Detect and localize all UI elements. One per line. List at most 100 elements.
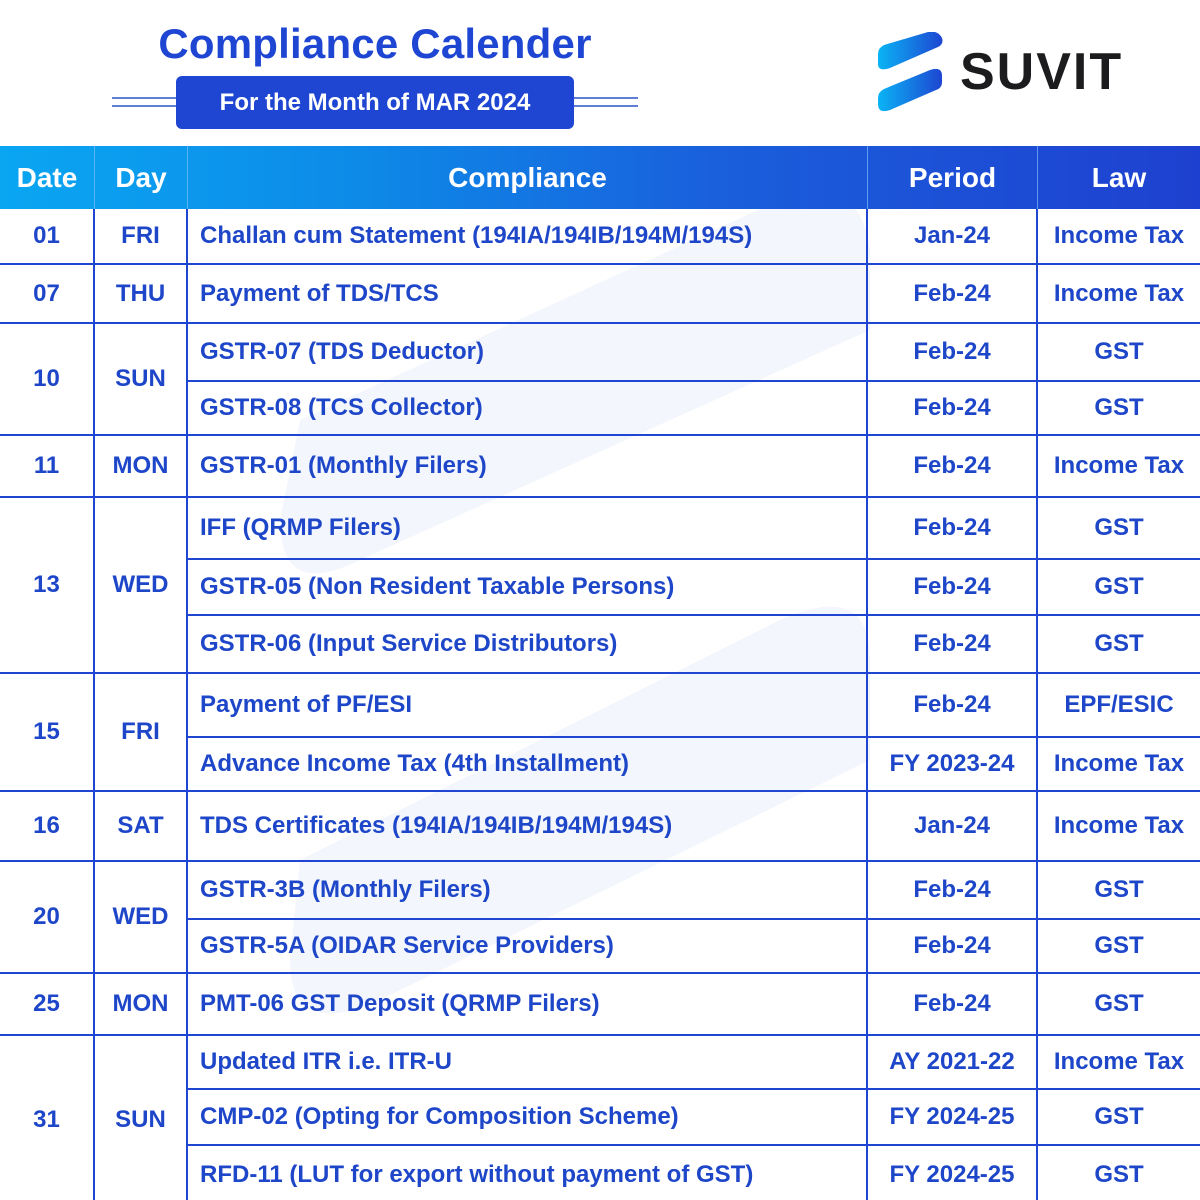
compliance-items: GSTR-07 (TDS Deductor) Feb-24 GST GSTR-08 (… <box>188 324 1200 434</box>
period-cell: FY 2024-25 <box>868 1090 1038 1144</box>
date-group-row: 20 WED GSTR-3B (Monthly Filers) Feb-24 GST GS… <box>0 862 1200 974</box>
compliance-cell: Updated ITR i.e. ITR-U <box>188 1036 868 1088</box>
period-cell: Feb-24 <box>868 616 1038 672</box>
page-title: Compliance Calender <box>158 20 592 67</box>
compliance-items: GSTR-3B (Monthly Filers) Feb-24 GST GSTR-5A… <box>188 862 1200 972</box>
table-row: RFD-11 (LUT for export without payment o… <box>188 1146 1200 1200</box>
date-cell: 25 <box>0 974 95 1034</box>
table-row: Payment of TDS/TCS Feb-24 Income Tax <box>188 265 1200 322</box>
law-cell: GST <box>1094 876 1144 903</box>
day-cell: WED <box>95 498 188 672</box>
period-cell: Feb-24 <box>868 265 1038 322</box>
decorative-line <box>112 105 176 107</box>
compliance-items: IFF (QRMP Filers) Feb-24 GST GSTR-05 (Non R… <box>188 498 1200 672</box>
law-cell: Income Tax <box>1053 1048 1185 1075</box>
date-cell: 01 <box>0 209 95 263</box>
date-group-row: 13 WED IFF (QRMP Filers) Feb-24 GST GSTR-05 (… <box>0 498 1200 674</box>
table-row: GSTR-01 (Monthly Filers) Feb-24 Income Tax <box>188 436 1200 496</box>
date-group-row: 25 MON PMT-06 GST Deposit (QRMP Filers) Feb… <box>0 974 1200 1036</box>
date-cell: 15 <box>0 674 95 790</box>
day-cell: THU <box>95 265 188 322</box>
brand-logo: SUVIT <box>876 32 1123 112</box>
table-header: Date Day Compliance Period Law <box>0 146 1200 209</box>
compliance-items: Updated ITR i.e. ITR-U AY 2021-22 Income T… <box>188 1036 1200 1200</box>
day-cell: FRI <box>95 209 188 263</box>
period-cell: Feb-24 <box>868 862 1038 918</box>
law-cell: GST <box>1094 338 1144 365</box>
period-cell: Feb-24 <box>868 674 1038 736</box>
column-header-period: Period <box>868 146 1038 209</box>
compliance-cell: Payment of PF/ESI <box>188 674 868 736</box>
law-cell: GST <box>1094 932 1144 959</box>
table-row: Payment of PF/ESI Feb-24 EPF/ESIC <box>188 674 1200 738</box>
law-cell: GST <box>1094 514 1144 541</box>
date-cell: 31 <box>0 1036 95 1200</box>
table-row: IFF (QRMP Filers) Feb-24 GST <box>188 498 1200 560</box>
decorative-line <box>112 97 176 99</box>
day-cell: SUN <box>95 324 188 434</box>
date-cell: 20 <box>0 862 95 972</box>
table-row: GSTR-5A (OIDAR Service Providers) Feb-24 G… <box>188 920 1200 972</box>
compliance-cell: GSTR-3B (Monthly Filers) <box>188 862 868 918</box>
compliance-cell: CMP-02 (Opting for Composition Scheme) <box>188 1090 868 1144</box>
compliance-items: Challan cum Statement (194IA/194IB/194M/… <box>188 209 1200 263</box>
date-cell: 13 <box>0 498 95 672</box>
date-group-row: 16 SAT TDS Certificates (194IA/194IB/194M/… <box>0 792 1200 862</box>
day-cell: FRI <box>95 674 188 790</box>
date-group-row: 15 FRI Payment of PF/ESI Feb-24 EPF/ESIC Adva… <box>0 674 1200 792</box>
period-cell: Jan-24 <box>868 209 1038 263</box>
compliance-cell: GSTR-06 (Input Service Distributors) <box>188 616 868 672</box>
compliance-cell: RFD-11 (LUT for export without payment o… <box>188 1146 868 1200</box>
compliance-items: PMT-06 GST Deposit (QRMP Filers) Feb-24 GS… <box>188 974 1200 1034</box>
law-cell: Income Tax <box>1053 750 1185 777</box>
date-cell: 07 <box>0 265 95 322</box>
day-cell: SAT <box>95 792 188 860</box>
period-cell: FY 2023-24 <box>868 738 1038 790</box>
date-cell: 16 <box>0 792 95 860</box>
law-cell: GST <box>1094 394 1144 421</box>
period-cell: Feb-24 <box>868 920 1038 972</box>
period-cell: Feb-24 <box>868 436 1038 496</box>
table-row: Updated ITR i.e. ITR-U AY 2021-22 Income T… <box>188 1036 1200 1090</box>
day-cell: MON <box>95 974 188 1034</box>
suvit-s-logo-icon <box>878 32 943 112</box>
law-cell: GST <box>1094 630 1144 657</box>
period-cell: Jan-24 <box>868 792 1038 860</box>
compliance-cell: Challan cum Statement (194IA/194IB/194M/… <box>188 209 868 263</box>
day-cell: WED <box>95 862 188 972</box>
date-cell: 10 <box>0 324 95 434</box>
law-cell: EPF/ESIC <box>1064 691 1174 718</box>
column-header-date: Date <box>0 146 95 209</box>
table-row: TDS Certificates (194IA/194IB/194M/194S)… <box>188 792 1200 860</box>
brand-name: SUVIT <box>960 43 1124 101</box>
compliance-cell: GSTR-01 (Monthly Filers) <box>188 436 868 496</box>
compliance-items: Payment of PF/ESI Feb-24 EPF/ESIC Advance I… <box>188 674 1200 790</box>
compliance-items: TDS Certificates (194IA/194IB/194M/194S)… <box>188 792 1200 860</box>
table-row: GSTR-08 (TCS Collector) Feb-24 GST <box>188 382 1200 434</box>
compliance-cell: IFF (QRMP Filers) <box>188 498 868 558</box>
period-cell: AY 2021-22 <box>868 1036 1038 1088</box>
day-cell: MON <box>95 436 188 496</box>
compliance-cell: GSTR-05 (Non Resident Taxable Persons) <box>188 560 868 614</box>
decorative-line <box>574 105 638 107</box>
column-header-day: Day <box>95 146 188 209</box>
day-cell: SUN <box>95 1036 188 1200</box>
law-cell: GST <box>1094 1161 1144 1188</box>
period-cell: Feb-24 <box>868 974 1038 1034</box>
law-cell: Income Tax <box>1053 452 1185 479</box>
date-group-row: 01 FRI Challan cum Statement (194IA/194IB/… <box>0 209 1200 265</box>
column-header-compliance: Compliance <box>188 146 868 209</box>
month-subtitle: For the Month of MAR 2024 <box>176 76 574 129</box>
law-cell: Income Tax <box>1053 222 1185 249</box>
period-cell: FY 2024-25 <box>868 1146 1038 1200</box>
table-row: Challan cum Statement (194IA/194IB/194M/… <box>188 209 1200 263</box>
law-cell: GST <box>1094 990 1144 1017</box>
period-cell: Feb-24 <box>868 324 1038 380</box>
compliance-cell: TDS Certificates (194IA/194IB/194M/194S) <box>188 792 868 860</box>
table-row: GSTR-07 (TDS Deductor) Feb-24 GST <box>188 324 1200 382</box>
period-cell: Feb-24 <box>868 382 1038 434</box>
date-cell: 11 <box>0 436 95 496</box>
period-cell: Feb-24 <box>868 560 1038 614</box>
compliance-cell: GSTR-5A (OIDAR Service Providers) <box>188 920 868 972</box>
decorative-line <box>574 97 638 99</box>
